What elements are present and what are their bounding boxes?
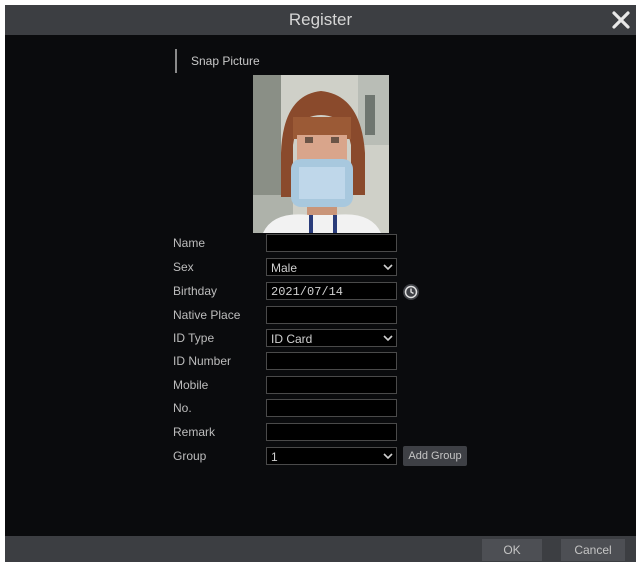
- group-select[interactable]: 1: [266, 447, 397, 465]
- mobile-field[interactable]: [266, 376, 397, 394]
- name-label: Name: [173, 236, 206, 250]
- face-image: [253, 75, 389, 233]
- birthday-label: Birthday: [173, 284, 218, 298]
- sex-select-value: Male: [271, 261, 298, 275]
- section-title-snap-picture: Snap Picture: [191, 54, 260, 68]
- no-label: No.: [173, 401, 192, 415]
- id-number-label: ID Number: [173, 354, 232, 368]
- chevron-down-icon: [383, 264, 393, 271]
- dialog-footer: OK Cancel: [5, 536, 636, 562]
- dialog-title: Register: [288, 10, 353, 29]
- remark-label: Remark: [173, 425, 216, 439]
- cancel-button[interactable]: Cancel: [561, 539, 625, 561]
- section-divider: [175, 49, 177, 73]
- ok-button[interactable]: OK: [482, 539, 542, 561]
- clock-icon[interactable]: [402, 283, 420, 301]
- chevron-down-icon: [383, 453, 393, 460]
- snap-picture: [253, 75, 389, 233]
- native-place-field[interactable]: [266, 306, 397, 324]
- remark-field[interactable]: [266, 423, 397, 441]
- register-dialog: Register Snap Picture Name Sex Male Birt…: [5, 5, 636, 562]
- id-type-label: ID Type: [173, 331, 215, 345]
- title-bar: Register: [5, 5, 636, 35]
- id-type-select-value: ID Card: [271, 332, 313, 346]
- name-field[interactable]: [266, 234, 397, 252]
- id-type-select[interactable]: ID Card: [266, 329, 397, 347]
- group-label: Group: [173, 449, 207, 463]
- sex-select[interactable]: Male: [266, 258, 397, 276]
- id-number-field[interactable]: [266, 352, 397, 370]
- add-group-button[interactable]: Add Group: [403, 446, 467, 466]
- sex-label: Sex: [173, 260, 194, 274]
- native-place-label: Native Place: [173, 308, 241, 322]
- mobile-label: Mobile: [173, 378, 209, 392]
- chevron-down-icon: [383, 335, 393, 342]
- birthday-field[interactable]: 2021/07/14: [266, 282, 397, 300]
- no-field[interactable]: [266, 399, 397, 417]
- close-icon[interactable]: [610, 9, 632, 31]
- group-select-value: 1: [271, 450, 278, 464]
